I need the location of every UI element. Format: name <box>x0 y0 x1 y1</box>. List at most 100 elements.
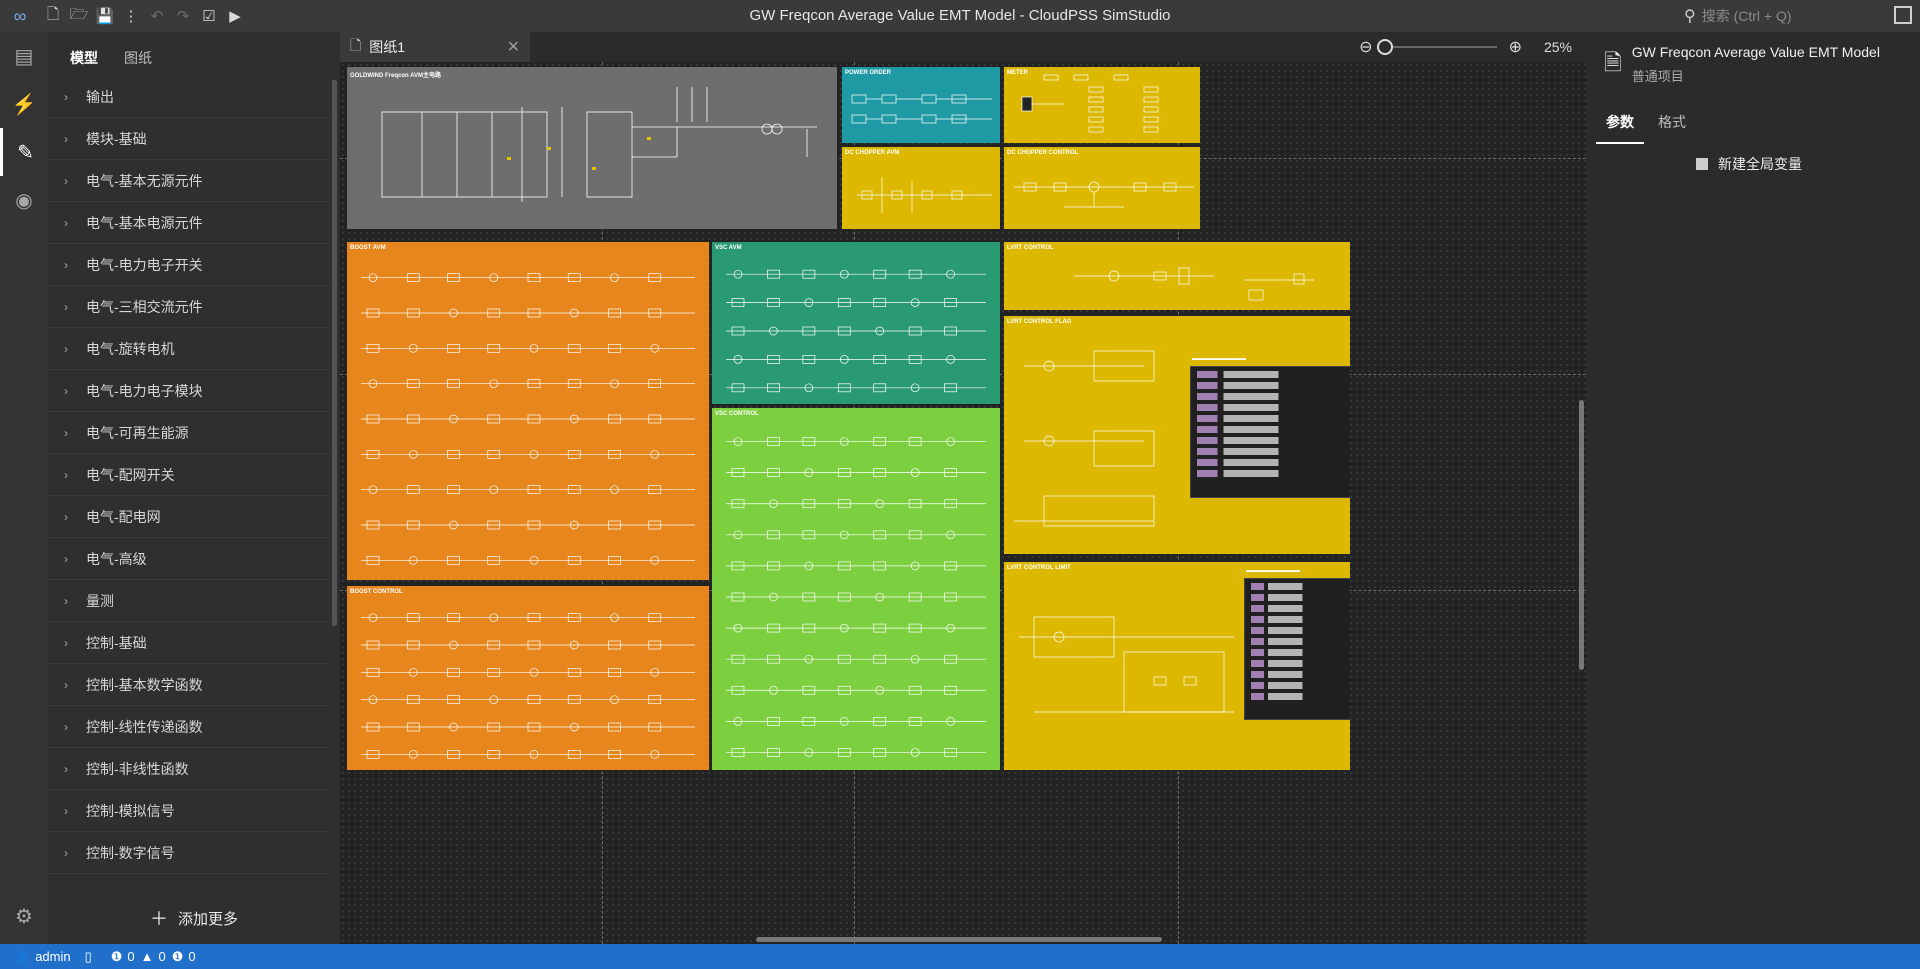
device-indicator[interactable]: ▯ <box>85 949 97 965</box>
document-icon: 🗋 <box>350 37 362 53</box>
tab-label: 图纸1 <box>369 39 406 55</box>
category-item[interactable]: › 电气-基本电源元件 <box>48 202 330 244</box>
run-icon[interactable]: ▶ <box>222 0 248 32</box>
category-label: 量测 <box>86 592 114 609</box>
diagram-block-vsc-control[interactable]: VSC CONTROL <box>712 408 1000 770</box>
diagram-block-lvrt-control-flag[interactable]: LVRT CONTROL FLAG ▬▬▬▬▬▬▬▬▬ <box>1004 316 1350 554</box>
maximize-icon[interactable] <box>1894 6 1912 24</box>
panel-scrollbar[interactable] <box>332 80 337 626</box>
category-item[interactable]: › 控制-模拟信号 <box>48 790 330 832</box>
category-item[interactable]: › 电气-旋转电机 <box>48 328 330 370</box>
control-drawing <box>726 437 986 757</box>
warning-count[interactable]: ▲ 0 <box>141 949 166 964</box>
category-item[interactable]: › 电气-电力电子开关 <box>48 244 330 286</box>
category-label: 电气-电力电子开关 <box>86 256 203 273</box>
category-item[interactable]: › 控制-基础 <box>48 622 330 664</box>
chevron-right-icon: › <box>64 845 68 860</box>
category-label: 控制-数字信号 <box>86 844 175 861</box>
chevron-right-icon: › <box>64 635 68 650</box>
category-item[interactable]: › 输出 <box>48 76 330 118</box>
control-drawing <box>1021 74 1159 133</box>
tab-parameters[interactable]: 参数 <box>1596 112 1644 144</box>
add-more-button[interactable]: ＋ 添加更多 <box>48 892 340 944</box>
control-drawing <box>361 613 695 759</box>
control-drawing <box>1074 267 1314 301</box>
code-block[interactable] <box>1190 366 1350 498</box>
code-block[interactable] <box>1244 578 1350 720</box>
category-item[interactable]: › 电气-可再生能源 <box>48 412 330 454</box>
control-drawing <box>361 273 695 565</box>
category-item[interactable]: › 电气-高级 <box>48 538 330 580</box>
vertical-scrollbar[interactable] <box>1579 400 1584 670</box>
category-item[interactable]: › 电气-基本无源元件 <box>48 160 330 202</box>
tab-format[interactable]: 格式 <box>1648 112 1696 144</box>
new-file-icon[interactable]: 🗋 <box>40 0 66 32</box>
close-icon[interactable]: ✕ <box>507 37 520 57</box>
zoom-slider-knob[interactable] <box>1376 39 1393 55</box>
play-icon[interactable]: ◉ <box>0 176 48 224</box>
search-box[interactable]: ⚲ 搜索 (Ctrl + Q) <box>1684 4 1896 28</box>
error-count[interactable]: ❶ 0 <box>111 949 135 965</box>
properties-tabs: 参数 格式 <box>1596 112 1700 144</box>
diagram-block-goldwind[interactable]: GOLDWIND Freqcon AVM主电路 <box>347 67 837 229</box>
overview-icon[interactable]: ▤ <box>0 32 48 80</box>
category-label: 电气-三相交流元件 <box>86 298 203 315</box>
diagram-block-vsc-avm[interactable]: VSC AVM <box>712 242 1000 404</box>
zoom-in-icon[interactable]: ⊕ <box>1509 37 1522 57</box>
tools-icon[interactable]: ✎ <box>0 128 48 176</box>
more-icon[interactable]: ⋮ <box>118 0 144 32</box>
category-item[interactable]: › 电气-三相交流元件 <box>48 286 330 328</box>
logo-icon[interactable]: ∞ <box>0 0 40 32</box>
diagram-block-boost-avm[interactable]: BOOST AVM <box>347 242 709 580</box>
chevron-right-icon: › <box>64 677 68 692</box>
zoom-out-icon[interactable]: ⊖ <box>1359 37 1372 57</box>
diagram-block-power-order[interactable]: POWER ORDER <box>842 67 1000 143</box>
chevron-right-icon: › <box>64 593 68 608</box>
tab-drawing[interactable]: 图纸 <box>114 48 162 76</box>
category-item[interactable]: › 控制-非线性函数 <box>48 748 330 790</box>
user-indicator[interactable]: 👤 admin <box>14 949 71 965</box>
category-label: 控制-基本数学函数 <box>86 676 203 693</box>
category-label: 电气-电力电子模块 <box>86 382 203 399</box>
category-item[interactable]: › 控制-数字信号 <box>48 832 330 874</box>
warning-count-value: 0 <box>158 949 166 964</box>
category-item[interactable]: › 电气-配电网 <box>48 496 330 538</box>
plugin-icon[interactable]: ⚡ <box>0 80 48 128</box>
chevron-right-icon: › <box>64 803 68 818</box>
project-file-icon: 🗎 <box>1604 50 1622 75</box>
zoom-slider[interactable] <box>1376 39 1497 55</box>
editor-area: 🗋 图纸1 ✕ ⊖ ⊕ 25% GOLDWIND Freqcon AVM主电路 <box>340 32 1586 944</box>
undo-icon[interactable]: ↶ <box>144 0 170 32</box>
tab-drawing-1[interactable]: 🗋 图纸1 ✕ <box>340 32 530 62</box>
project-header: 🗎 GW Freqcon Average Value EMT Model 普通项… <box>1604 44 1880 85</box>
diagram-block-lvrt-control[interactable]: LVRT CONTROL <box>1004 242 1350 310</box>
diagram-block-lvrt-control-limit[interactable]: LVRT CONTROL LIMIT ▬▬▬▬▬▬▬▬▬ <box>1004 562 1350 770</box>
control-drawing <box>1014 181 1194 208</box>
save-icon[interactable]: 💾 <box>92 0 118 32</box>
diagram-block-dc-chopper-avm[interactable]: DC CHOPPER AVM <box>842 147 1000 229</box>
control-drawing <box>851 94 992 124</box>
category-item[interactable]: › 电气-电力电子模块 <box>48 370 330 412</box>
chevron-right-icon: › <box>64 173 68 188</box>
tab-model[interactable]: 模型 <box>60 48 108 76</box>
category-item[interactable]: › 模块-基础 <box>48 118 330 160</box>
horizontal-scrollbar[interactable] <box>756 937 1162 942</box>
info-count[interactable]: ❶ 0 <box>172 949 196 965</box>
window-title: GW Freqcon Average Value EMT Model - Clo… <box>749 7 1171 24</box>
redo-icon[interactable]: ↷ <box>170 0 196 32</box>
project-title: GW Freqcon Average Value EMT Model <box>1631 44 1880 60</box>
error-icon: ❶ <box>110 948 123 964</box>
category-item[interactable]: › 控制-基本数学函数 <box>48 664 330 706</box>
diagram-block-meter[interactable]: METER <box>1004 67 1200 143</box>
diagram-block-dc-chopper-control[interactable]: DC CHOPPER CONTROL <box>1004 147 1200 229</box>
category-item[interactable]: › 电气-配网开关 <box>48 454 330 496</box>
diagram-block-boost-control[interactable]: BOOST CONTROL <box>347 586 709 770</box>
diagram-canvas[interactable]: GOLDWIND Freqcon AVM主电路 POWER ORDER METE… <box>340 62 1586 944</box>
chevron-right-icon: › <box>64 467 68 482</box>
category-item[interactable]: › 控制-线性传递函数 <box>48 706 330 748</box>
open-folder-icon[interactable]: 🗁 <box>66 0 92 32</box>
checklist-icon[interactable]: ☑ <box>196 0 222 32</box>
new-global-variable-button[interactable]: 新建全局变量 <box>1696 154 1802 174</box>
settings-icon[interactable]: ⚙ <box>0 892 48 940</box>
category-item[interactable]: › 量测 <box>48 580 330 622</box>
